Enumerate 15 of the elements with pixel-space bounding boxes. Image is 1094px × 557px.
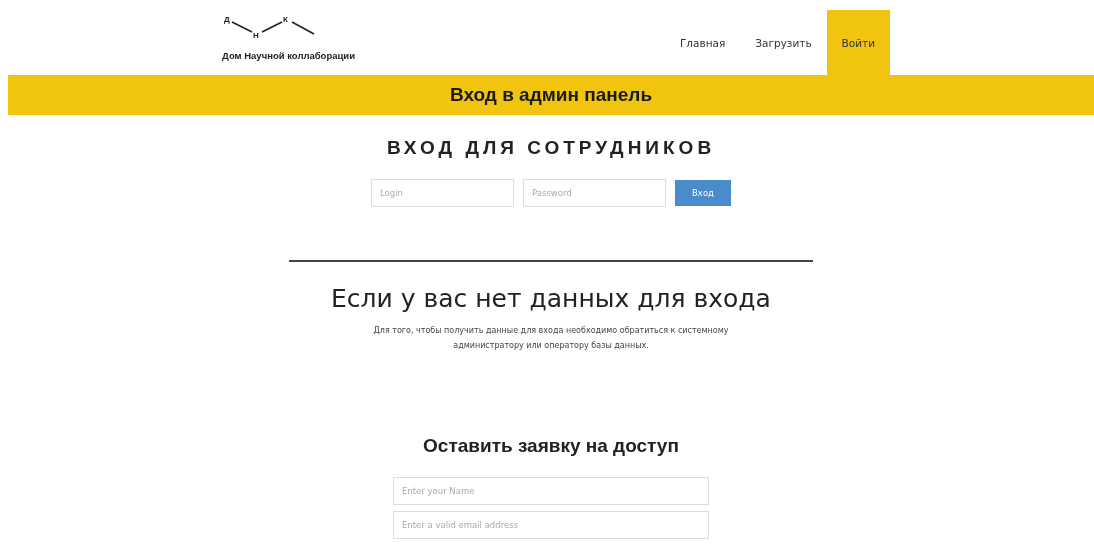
logo-drawing: Д Н К bbox=[222, 10, 372, 48]
login-button[interactable]: Вход bbox=[675, 180, 731, 206]
input-field[interactable]: Login bbox=[371, 179, 514, 207]
section-title: ВХОД ДЛЯ СОТРУДНИКОВ bbox=[386, 137, 716, 159]
input-field[interactable]: Enter your Name bbox=[393, 477, 709, 505]
info-text: Для того, чтобы получить данные для входа необходимо обратиться к системному администратору или оператору базы данных. bbox=[372, 325, 730, 352]
heading: Если у вас нет данных для входа bbox=[331, 284, 771, 313]
input-field[interactable]: Enter a valid email address bbox=[393, 511, 709, 539]
input-field[interactable]: Password bbox=[523, 179, 666, 207]
nav-link[interactable]: Главная bbox=[664, 10, 741, 75]
nav-link[interactable]: Загрузить bbox=[740, 10, 827, 75]
logo-caption: Дом Научной коллаборации bbox=[222, 50, 357, 61]
nav-link[interactable]: Войти bbox=[826, 10, 890, 75]
banner-title: Вход в админ панель bbox=[8, 75, 1094, 115]
section-title: Оставить заявку на доступ bbox=[423, 435, 679, 457]
